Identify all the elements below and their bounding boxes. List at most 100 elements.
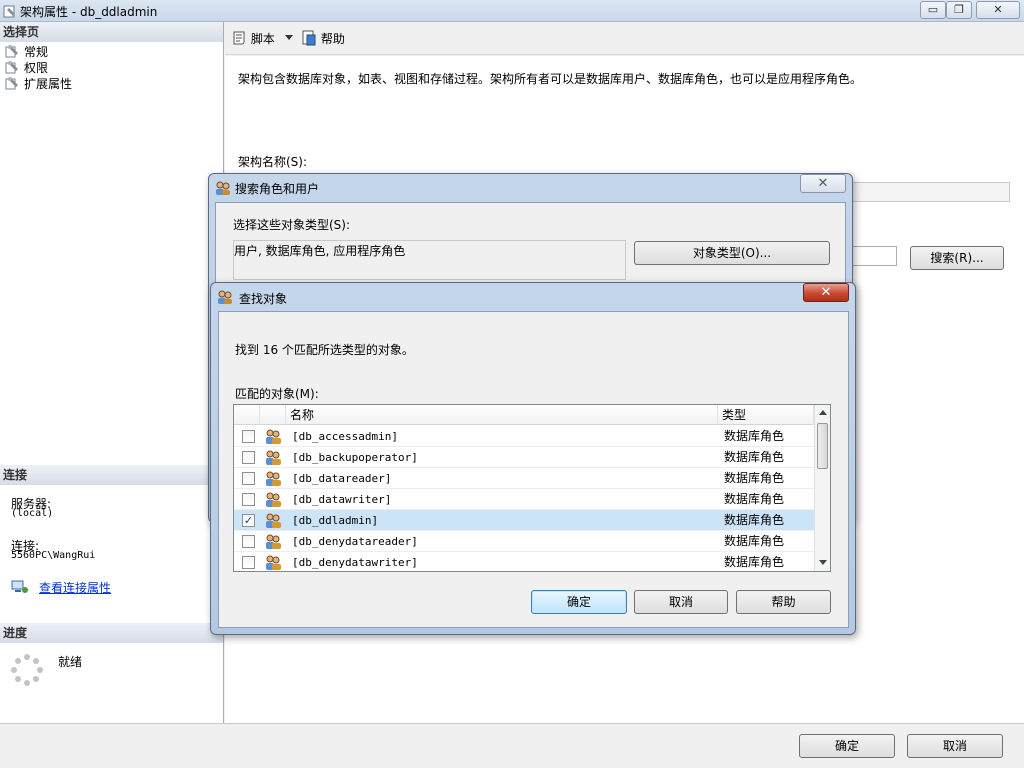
header-name[interactable]: 名称 <box>286 405 718 425</box>
check-mark-icon: ✓ <box>243 514 254 527</box>
list-scrollbar[interactable] <box>814 405 830 571</box>
script-dropdown-arrow-icon[interactable] <box>285 35 293 40</box>
row-name: [db_accessadmin] <box>292 430 398 443</box>
progress-status: 就绪 <box>58 655 83 669</box>
find-dialog-title: 查找对象 <box>239 292 288 306</box>
view-connection-properties-link[interactable]: 查看连接属性 <box>39 579 111 596</box>
schema-description: 架构包含数据库对象，如表、视图和存储过程。架构所有者可以是数据库用户、数据库角色… <box>238 72 863 86</box>
scroll-up-arrow-icon[interactable] <box>819 410 827 415</box>
users-icon <box>216 181 230 195</box>
scroll-thumb[interactable] <box>817 423 828 469</box>
wrench-page-icon <box>5 45 18 58</box>
header-icon-column[interactable] <box>260 405 286 425</box>
row-name: [db_ddladmin] <box>292 514 379 527</box>
list-item[interactable]: [db_datareader] 数据库角色 <box>234 468 814 489</box>
row-type: 数据库角色 <box>724 555 785 569</box>
connection-value: 5560PC\WangRui <box>11 550 96 561</box>
help-label: 帮助 <box>320 32 345 46</box>
list-header: 名称 类型 <box>234 405 814 425</box>
help-button[interactable]: 帮助 <box>301 30 345 48</box>
connection-properties-icon <box>11 580 28 593</box>
list-item[interactable]: [db_denydatareader] 数据库角色 <box>234 531 814 552</box>
toolbar: 脚本 帮助 <box>225 22 1024 55</box>
row-name: [db_datareader] <box>292 472 392 485</box>
row-type: 数据库角色 <box>724 513 785 527</box>
header-check-column[interactable] <box>234 405 260 425</box>
list-item[interactable]: [db_backupoperator] 数据库角色 <box>234 447 814 468</box>
row-checkbox[interactable] <box>242 493 255 506</box>
row-type: 数据库角色 <box>724 471 785 485</box>
schema-name-label: 架构名称(S): <box>238 155 308 169</box>
app-icon <box>3 5 15 18</box>
find-help-button[interactable]: 帮助 <box>736 590 831 614</box>
row-checkbox-checked[interactable]: ✓ <box>242 514 255 527</box>
nav-item-extended-properties[interactable]: 扩展属性 <box>4 76 72 92</box>
database-role-icon <box>266 534 281 549</box>
object-types-field: 用户, 数据库角色, 应用程序角色 <box>233 240 626 280</box>
database-role-icon <box>266 471 281 486</box>
progress-header: 进度 <box>0 623 223 643</box>
cancel-button[interactable]: 取消 <box>907 734 1003 758</box>
nav-item-general[interactable]: 常规 <box>4 44 48 60</box>
scroll-down-arrow-icon[interactable] <box>819 560 827 565</box>
row-name: [db_denydatawriter] <box>292 556 418 569</box>
wrench-page-icon <box>5 77 18 90</box>
row-type: 数据库角色 <box>724 492 785 506</box>
list-item[interactable]: [db_datawriter] 数据库角色 <box>234 489 814 510</box>
row-checkbox[interactable] <box>242 556 255 569</box>
close-icon: ✕ <box>993 3 1003 16</box>
minimize-icon: ▭ <box>927 3 939 16</box>
bottom-bar: 确定 取消 <box>0 723 1024 768</box>
find-cancel-button[interactable]: 取消 <box>634 590 728 614</box>
list-item[interactable]: [db_denydatawriter] 数据库角色 <box>234 552 814 571</box>
header-type[interactable]: 类型 <box>718 405 814 425</box>
object-types-button[interactable]: 对象类型(O)... <box>634 241 830 265</box>
row-name: [db_denydatareader] <box>292 535 418 548</box>
window-titlebar: 架构属性 - db_ddladmin ▭ ❐ ✕ <box>0 0 1024 22</box>
find-ok-button[interactable]: 确定 <box>531 590 627 614</box>
nav-item-permissions[interactable]: 权限 <box>4 60 48 76</box>
restore-button[interactable]: ❐ <box>946 1 972 19</box>
matched-objects-label: 匹配的对象(M): <box>235 387 319 401</box>
window-title: 架构属性 - db_ddladmin <box>20 5 158 19</box>
row-name: [db_backupoperator] <box>292 451 418 464</box>
database-role-icon <box>266 513 281 528</box>
close-icon: ✕ <box>820 285 832 300</box>
script-icon <box>233 31 245 45</box>
wrench-page-icon <box>5 61 18 74</box>
row-checkbox[interactable] <box>242 472 255 485</box>
window-close-button[interactable]: ✕ <box>976 1 1020 19</box>
database-role-icon <box>266 492 281 507</box>
select-object-types-label: 选择这些对象类型(S): <box>233 218 351 232</box>
database-role-icon <box>266 429 281 444</box>
search-dialog-close-button[interactable]: ✕ <box>800 174 846 193</box>
users-icon <box>218 290 232 304</box>
row-checkbox[interactable] <box>242 535 255 548</box>
script-button[interactable]: 脚本 <box>231 30 275 48</box>
server-value: (local) <box>11 508 54 519</box>
left-pane: 选择页 常规 权限 扩展属性 连接 服务器: (local) 连接: 5560P… <box>0 22 224 723</box>
row-checkbox[interactable] <box>242 430 255 443</box>
database-role-icon <box>266 450 281 465</box>
restore-icon: ❐ <box>954 3 964 16</box>
ok-button[interactable]: 确定 <box>799 734 895 758</box>
database-role-icon <box>266 555 281 570</box>
list-item-selected[interactable]: ✓ [db_ddladmin] 数据库角色 <box>234 510 814 531</box>
row-checkbox[interactable] <box>242 451 255 464</box>
search-dialog-title: 搜索角色和用户 <box>235 182 320 196</box>
object-types-value: 用户, 数据库角色, 应用程序角色 <box>234 244 406 258</box>
find-dialog-close-button[interactable]: ✕ <box>803 283 849 302</box>
minimize-button[interactable]: ▭ <box>920 1 946 19</box>
connection-header: 连接 <box>0 465 223 485</box>
close-icon: ✕ <box>817 176 829 191</box>
row-type: 数据库角色 <box>724 450 785 464</box>
help-icon <box>302 30 316 46</box>
row-type: 数据库角色 <box>724 429 785 443</box>
matched-objects-list[interactable]: 名称 类型 [db_accessadmin] 数据库角色 [db_backupo… <box>233 404 831 572</box>
nav-item-label: 权限 <box>24 61 49 75</box>
search-button[interactable]: 搜索(R)... <box>910 246 1004 270</box>
select-page-header: 选择页 <box>0 22 223 42</box>
row-name: [db_datawriter] <box>292 493 392 506</box>
nav-item-label: 常规 <box>24 45 49 59</box>
list-item[interactable]: [db_accessadmin] 数据库角色 <box>234 426 814 447</box>
